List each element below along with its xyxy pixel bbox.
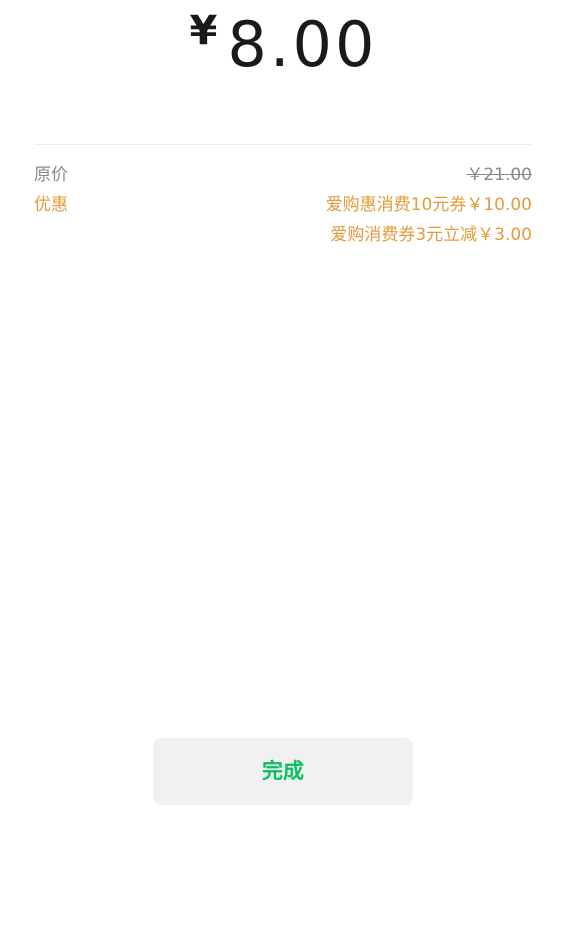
payment-amount: ¥8.00 xyxy=(0,8,567,81)
done-button[interactable]: 完成 xyxy=(153,738,413,805)
original-price-label: 原价 xyxy=(34,165,68,185)
divider xyxy=(34,144,532,145)
currency-symbol: ¥ xyxy=(189,8,218,54)
discount-item: 爱购消费券3元立减￥3.00 xyxy=(330,225,532,245)
discount-label: 优惠 xyxy=(34,195,68,215)
amount-value: 8.00 xyxy=(227,8,378,81)
payment-result-page: ¥8.00 原价 ￥21.00 优惠 爱购惠消费10元券￥10.00 爱购消费券… xyxy=(0,0,567,940)
discount-row: 优惠 爱购惠消费10元券￥10.00 xyxy=(34,193,532,217)
original-price-value: ￥21.00 xyxy=(466,165,532,185)
original-price-row: 原价 ￥21.00 xyxy=(34,163,532,187)
discount-row: 爱购消费券3元立减￥3.00 xyxy=(34,223,532,247)
discount-item: 爱购惠消费10元券￥10.00 xyxy=(325,195,532,215)
